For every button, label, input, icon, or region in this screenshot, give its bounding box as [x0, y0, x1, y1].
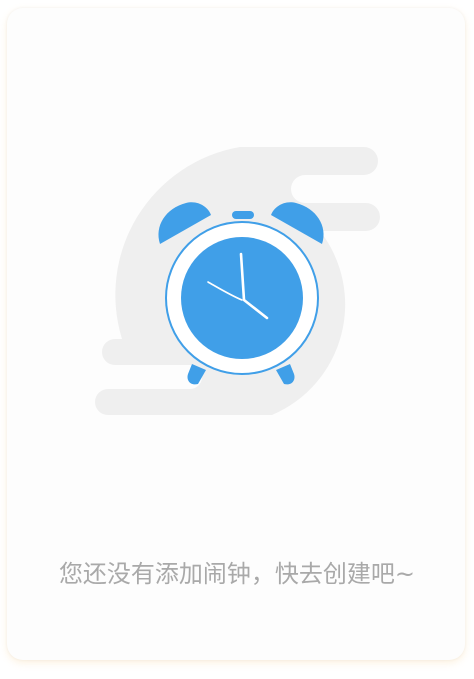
empty-state-message: 您还没有添加闹钟，快去创建吧~: [58, 560, 416, 588]
top-knob: [232, 211, 254, 219]
